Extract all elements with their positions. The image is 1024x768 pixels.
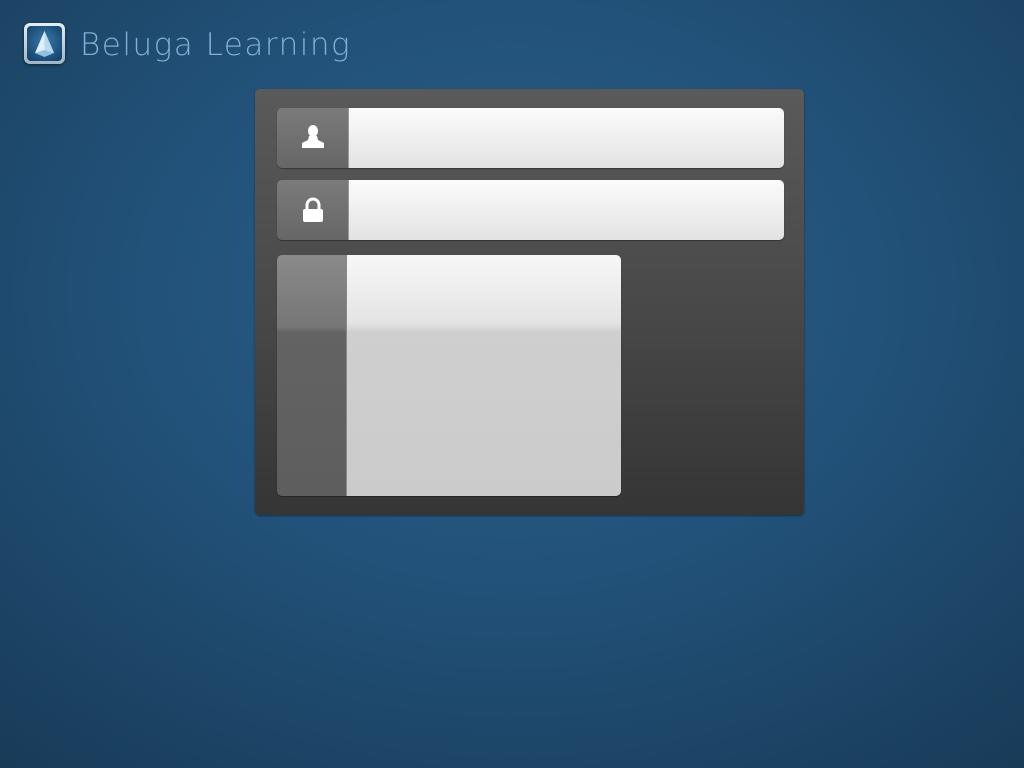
app-logo bbox=[24, 23, 65, 64]
password-field bbox=[277, 180, 784, 240]
app-title: Beluga Learning bbox=[80, 27, 352, 63]
username-input[interactable] bbox=[348, 108, 784, 168]
username-icon-box bbox=[277, 108, 348, 168]
lock-icon bbox=[303, 197, 323, 222]
user-icon bbox=[302, 125, 324, 148]
login-button[interactable] bbox=[277, 255, 621, 496]
password-icon-box bbox=[277, 180, 348, 240]
beluga-logo-icon bbox=[35, 31, 54, 57]
login-panel bbox=[255, 89, 804, 515]
login-button-face bbox=[346, 255, 621, 496]
username-field bbox=[277, 108, 784, 168]
password-input[interactable] bbox=[348, 180, 784, 240]
login-button-strip bbox=[277, 255, 346, 496]
